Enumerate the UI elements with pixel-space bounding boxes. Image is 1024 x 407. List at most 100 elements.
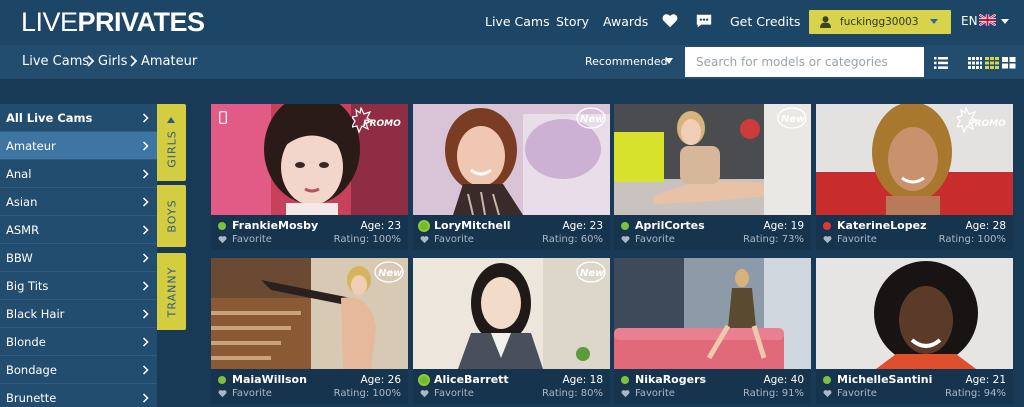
chevron-right-icon [87,55,95,67]
small-grid-view-icon[interactable] [968,57,982,69]
sidebar-item-brunette[interactable]: Brunette [0,384,157,407]
breadcrumb-amateur: Amateur [141,54,198,69]
search-input[interactable] [685,47,924,77]
tab-girls[interactable]: GIRLS [157,104,186,181]
model-card[interactable]: New MaiaWillson Age: 26 Favorite Rating:… [211,258,408,404]
favorite-button[interactable]: Favorite [434,388,474,399]
model-thumbnail[interactable]: New [614,104,811,215]
heart-icon[interactable] [823,389,832,398]
language-caret-icon [1001,19,1009,24]
model-thumbnail[interactable]: PROMO [816,104,1013,215]
new-badge-icon: New [576,261,606,283]
favorite-button[interactable]: Favorite [635,234,675,245]
model-name: NikaRogers [635,373,707,386]
breadcrumb-bar: Live Cams Girls Amateur Recommended [0,45,1024,79]
model-age: Age: 18 [562,374,603,386]
favorite-button[interactable]: Favorite [232,234,272,245]
svg-text:New: New [580,114,605,125]
breadcrumb-live-cams[interactable]: Live Cams [22,54,89,69]
sidebar-item-all-live-cams[interactable]: All Live Cams [0,104,157,132]
promo-badge-icon: PROMO [352,107,401,134]
model-card[interactable]: PROMO KaterineLopez Age: 28 Favorite Rat… [816,104,1013,250]
chevron-right-icon [142,113,149,123]
model-thumbnail[interactable]: New [413,258,610,369]
mobile-icon [219,111,227,124]
tab-boys[interactable]: BOYS [157,185,186,247]
large-grid-view-icon[interactable] [1002,57,1016,69]
model-rating: Rating: 91% [742,388,804,399]
model-name: AprilCortes [635,219,705,232]
sidebar-item-blonde[interactable]: Blonde [0,328,157,356]
heart-icon[interactable] [420,389,429,398]
username: fuckingg30003 [840,16,919,28]
list-view-icon[interactable] [934,57,948,69]
online-status-icon [418,374,430,386]
model-thumbnail[interactable]: PROMO [211,104,408,215]
model-card[interactable]: MichelleSantini Age: 21 Favorite Rating:… [816,258,1013,404]
uk-flag-icon[interactable] [979,14,996,26]
model-age: Age: 19 [763,220,804,232]
breadcrumb-girls[interactable]: Girls [98,54,127,69]
model-rating: Rating: 73% [742,234,804,245]
nav-story[interactable]: Story [556,14,589,29]
sidebar-item-black-hair[interactable]: Black Hair [0,300,157,328]
medium-grid-view-icon[interactable] [985,57,999,69]
model-rating: Rating: 80% [541,388,603,399]
svg-text:New: New [378,268,403,279]
heart-icon[interactable] [420,235,429,244]
online-status-icon [823,376,831,384]
nav-live-cams[interactable]: Live Cams [485,14,550,29]
sidebar-item-bondage[interactable]: Bondage [0,356,157,384]
chevron-right-icon [130,55,138,67]
online-status-icon [218,376,226,384]
chat-icon[interactable] [695,12,713,30]
language-selector[interactable]: EN [961,14,978,28]
tab-tranny[interactable]: TRANNY [157,253,186,330]
user-icon [820,16,831,28]
model-age: Age: 26 [360,374,401,386]
category-sidebar: All Live Cams Amateur Anal Asian ASMR BB… [0,104,157,407]
chevron-down-icon [930,19,938,24]
get-credits-link[interactable]: Get Credits [730,14,800,29]
model-card[interactable]: New AliceBarrett Age: 18 Favorite Rating… [413,258,610,404]
sidebar-item-asian[interactable]: Asian [0,188,157,216]
model-thumbnail[interactable] [816,258,1013,369]
sidebar-item-anal[interactable]: Anal [0,160,157,188]
heart-icon[interactable] [823,235,832,244]
heart-icon[interactable] [661,12,679,30]
model-thumbnail[interactable]: New [211,258,408,369]
sidebar-item-amateur[interactable]: Amateur [0,132,157,160]
sort-caret-icon[interactable] [665,58,673,64]
model-card[interactable]: NikaRogers Age: 40 Favorite Rating: 91% [614,258,811,404]
favorite-button[interactable]: Favorite [837,388,877,399]
heart-icon[interactable] [218,389,227,398]
model-name: MichelleSantini [837,373,933,386]
sidebar-item-bbw[interactable]: BBW [0,244,157,272]
favorite-button[interactable]: Favorite [837,234,877,245]
heart-icon[interactable] [621,235,630,244]
favorite-button[interactable]: Favorite [434,234,474,245]
user-menu-dropdown[interactable]: fuckingg30003 [809,10,951,34]
online-status-icon [218,222,226,230]
promo-badge-icon: PROMO [957,107,1006,134]
new-badge-icon: New [777,107,807,129]
sidebar-item-asmr[interactable]: ASMR [0,216,157,244]
model-thumbnail[interactable] [614,258,811,369]
model-rating: Rating: 100% [333,234,401,245]
favorite-button[interactable]: Favorite [635,388,675,399]
sidebar-item-big-tits[interactable]: Big Tits [0,272,157,300]
model-card[interactable]: New AprilCortes Age: 19 Favorite Rating:… [614,104,811,250]
svg-text:PROMO: PROMO [968,119,1006,129]
nav-awards[interactable]: Awards [603,14,648,29]
favorite-button[interactable]: Favorite [232,388,272,399]
site-logo[interactable]: LIVEPRIVATES [21,7,205,38]
sort-dropdown[interactable]: Recommended [585,55,668,68]
model-card[interactable]: New LoryMitchell Age: 23 Favorite Rating… [413,104,610,250]
heart-icon[interactable] [621,389,630,398]
model-thumbnail[interactable]: New [413,104,610,215]
new-badge-icon: New [374,261,404,283]
chevron-right-icon [142,169,149,179]
new-badge-icon: New [576,107,606,129]
heart-icon[interactable] [218,235,227,244]
model-card[interactable]: PROMO FrankieMosby Age: 23 Favorite Rati… [211,104,408,250]
